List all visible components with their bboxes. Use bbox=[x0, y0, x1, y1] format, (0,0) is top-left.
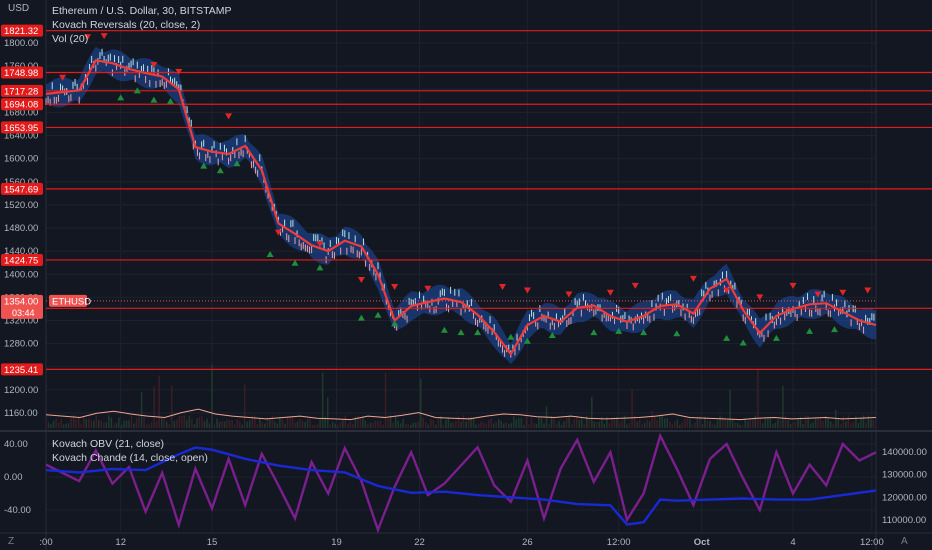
time-tick-label-4: 22 bbox=[414, 537, 425, 548]
last-price-value: 1354.00 bbox=[4, 296, 38, 307]
level-label-1: 1748.98 bbox=[4, 68, 38, 79]
obv-tick-label-2: 120000.00 bbox=[882, 492, 927, 503]
time-tick-label-0: :00 bbox=[39, 537, 52, 548]
auto-scale-button[interactable]: A bbox=[901, 536, 908, 547]
zoom-button[interactable]: Z bbox=[8, 536, 14, 547]
currency-label: USD bbox=[8, 3, 30, 14]
level-label-6: 1424.75 bbox=[4, 255, 38, 266]
level-label-5: 1547.69 bbox=[4, 184, 38, 195]
chande-tick-label-1: 0.00 bbox=[4, 472, 23, 483]
symbol-tag: ETHUSD bbox=[52, 296, 91, 307]
time-tick-label-9: 12:00 bbox=[860, 537, 884, 548]
level-label-4: 1653.95 bbox=[4, 123, 38, 134]
legend-volume[interactable]: Vol (20) bbox=[52, 33, 88, 45]
time-tick-label-7: Oct bbox=[694, 537, 711, 548]
obv-tick-label-1: 130000.00 bbox=[882, 470, 927, 481]
time-tick-label-1: 12 bbox=[115, 537, 126, 548]
chande-tick-label-0: 40.00 bbox=[4, 439, 28, 450]
legend-chande[interactable]: Kovach Chande (14, close, open) bbox=[52, 452, 208, 464]
time-tick-label-8: 4 bbox=[790, 537, 795, 548]
price-tick-label-6: 1400.00 bbox=[4, 269, 38, 280]
level-label-3: 1694.08 bbox=[4, 100, 38, 111]
chart-canvas: 40.00 0.00 -40.00 140000.00 130000.00 120000.… bbox=[0, 0, 932, 550]
level-label-0: 1821.32 bbox=[4, 26, 38, 37]
chande-tick-label-2: -40.00 bbox=[4, 505, 31, 516]
obv-tick-label-0: 140000.00 bbox=[882, 447, 927, 458]
price-tick-label-0: 1160.00 bbox=[4, 408, 38, 419]
last-price-countdown: 03:44 bbox=[12, 308, 35, 318]
time-tick-label-2: 15 bbox=[207, 537, 218, 548]
price-tick-label-1: 1200.00 bbox=[4, 385, 38, 396]
legend-reversals[interactable]: Kovach Reversals (20, close, 2) bbox=[52, 19, 200, 31]
legend-obv[interactable]: Kovach OBV (21, close) bbox=[52, 438, 164, 450]
price-tick-label-8: 1480.00 bbox=[4, 223, 38, 234]
time-tick-label-3: 19 bbox=[331, 537, 342, 548]
price-tick-label-3: 1280.00 bbox=[4, 339, 38, 350]
time-tick-label-6: 12:00 bbox=[607, 537, 631, 548]
price-tick-label-16: 1800.00 bbox=[4, 38, 38, 49]
legend-symbol[interactable]: Ethereum / U.S. Dollar, 30, BITSTAMP bbox=[52, 5, 232, 17]
level-label-8: 1235.41 bbox=[4, 365, 38, 376]
price-tick-label-9: 1520.00 bbox=[4, 200, 38, 211]
level-label-2: 1717.28 bbox=[4, 86, 38, 97]
price-tick-label-11: 1600.00 bbox=[4, 154, 38, 165]
obv-tick-label-3: 110000.00 bbox=[882, 515, 926, 526]
time-tick-label-5: 26 bbox=[522, 537, 533, 548]
